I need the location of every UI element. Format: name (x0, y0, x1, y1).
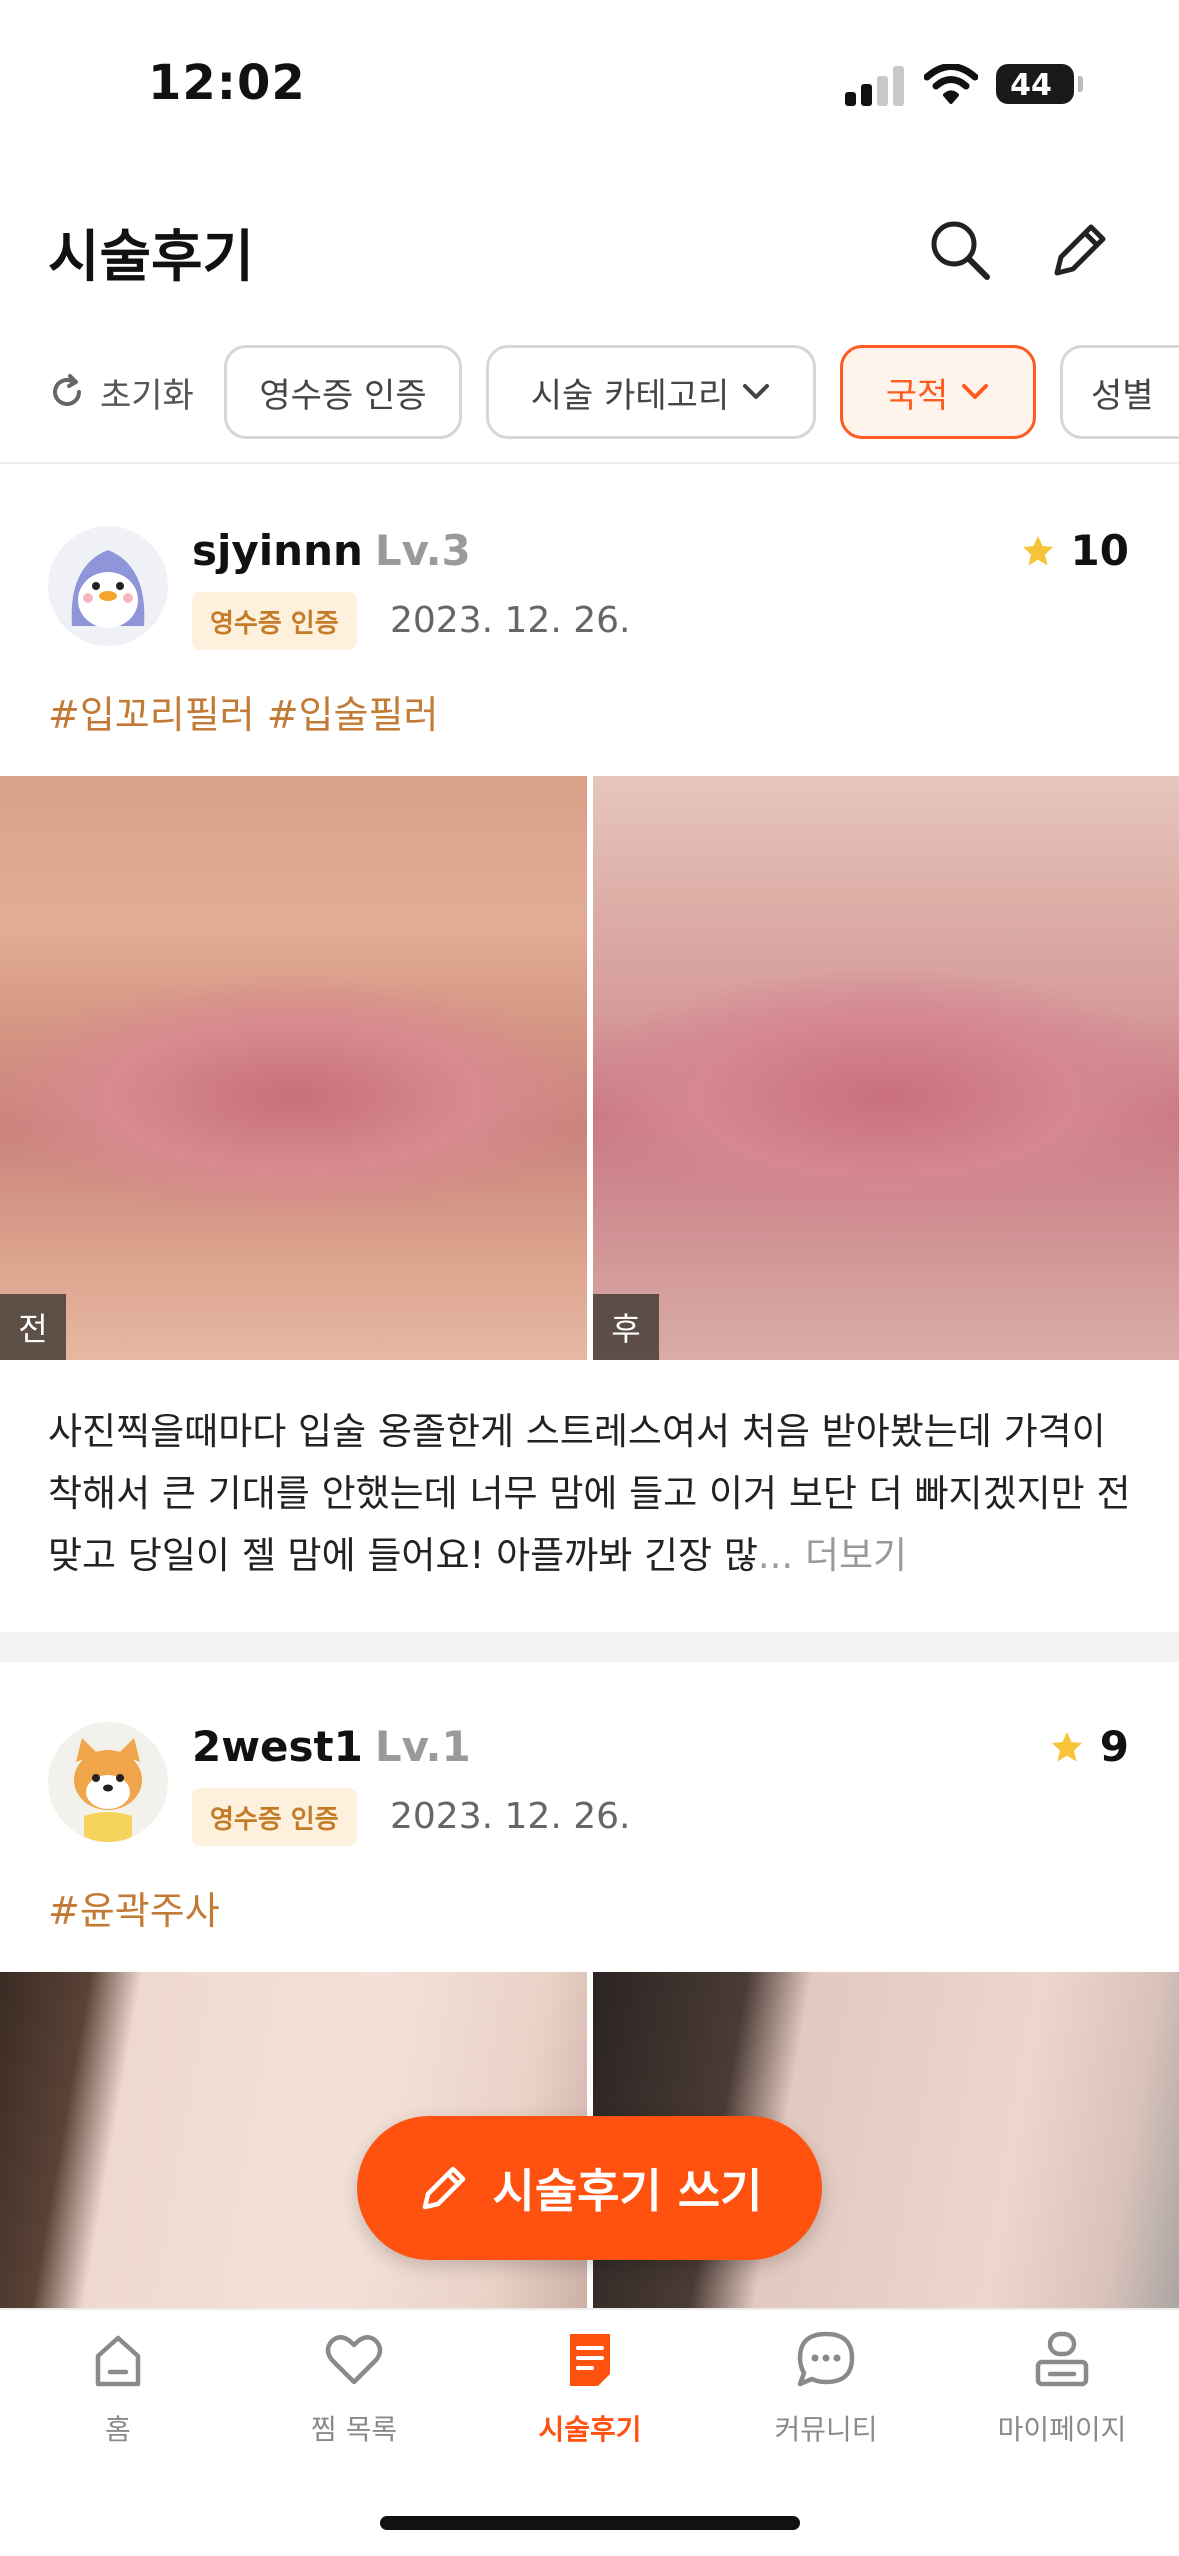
filter-chip-category[interactable]: 시술 카테고리 (486, 345, 816, 439)
battery-level-text: 44 (1010, 68, 1052, 103)
filter-chip-receipt[interactable]: 영수증 인증 (224, 345, 462, 439)
chevron-down-icon (743, 384, 770, 399)
profile-icon (1035, 2331, 1089, 2387)
document-icon (570, 2334, 610, 2386)
nav-reviews-label: 시술후기 (538, 2413, 642, 2446)
username-text: sjyinnn (192, 526, 363, 575)
read-more-link[interactable]: 더보기 (805, 1534, 907, 1577)
write-review-button[interactable]: 시술후기 쓰기 (357, 2116, 822, 2260)
nav-reviews[interactable]: 시술후기 (472, 2328, 708, 2478)
rating-value: 10 (1070, 526, 1129, 575)
review-username[interactable]: 2west1 Lv.1 (192, 1722, 471, 1771)
review-date: 2023. 12. 26. (390, 600, 631, 641)
nav-home-label: 홈 (105, 2413, 131, 2446)
filter-chip-label: 성별 (1091, 375, 1154, 416)
battery-icon: 44 (996, 64, 1074, 104)
page-title: 시술후기 (48, 225, 255, 290)
after-photo[interactable]: 후 (593, 776, 1179, 1360)
reset-filter-button[interactable]: 초기화 (48, 360, 194, 424)
nav-mypage-label: 마이페이지 (997, 2413, 1127, 2446)
shiba-avatar-icon[interactable] (48, 1722, 168, 1842)
receipt-verified-badge: 영수증 인증 (192, 1788, 357, 1846)
before-photo[interactable]: 전 (0, 776, 587, 1360)
home-indicator[interactable] (380, 2516, 800, 2530)
user-level: Lv.3 (374, 526, 471, 575)
home-icon (95, 2335, 141, 2387)
review-hashtags[interactable]: #입꼬리필러 #입술필러 (48, 684, 438, 739)
username-text: 2west1 (192, 1722, 363, 1771)
nav-community-label: 커뮤니티 (774, 2413, 878, 2446)
review-rating: 10 (1021, 526, 1129, 575)
filter-chip-label: 영수증 인증 (259, 375, 427, 416)
user-level: Lv.1 (374, 1722, 471, 1771)
signal-icon (845, 66, 905, 106)
heart-icon (325, 2335, 383, 2385)
chat-icon (797, 2331, 855, 2387)
section-divider (0, 1632, 1179, 1662)
status-bar: 12:02 44 (0, 0, 1179, 150)
review-text[interactable]: 사진찍을때마다 입술 옹졸한게 스트레스여서 처음 받아봤는데 가격이 착해서 … (48, 1401, 1138, 1587)
pencil-icon (1054, 224, 1106, 276)
search-icon (931, 221, 990, 280)
refresh-icon (53, 374, 81, 406)
before-label: 전 (0, 1294, 66, 1360)
battery-cap (1078, 76, 1083, 92)
chevron-down-icon (962, 384, 989, 399)
search-button[interactable] (920, 210, 1000, 290)
nav-mypage[interactable]: 마이페이지 (944, 2328, 1179, 2478)
nav-home[interactable]: 홈 (0, 2328, 236, 2478)
nav-community[interactable]: 커뮤니티 (708, 2328, 944, 2478)
penguin-avatar-icon[interactable] (48, 526, 168, 646)
reset-filter-label: 초기화 (100, 375, 194, 416)
filter-chip-label: 시술 카테고리 (530, 375, 730, 416)
star-icon (1051, 1731, 1082, 1761)
review-hashtags[interactable]: #윤곽주사 (48, 1880, 220, 1935)
star-icon (1022, 535, 1053, 565)
page-header: 시술후기 (0, 190, 1179, 310)
rating-value: 9 (1099, 1722, 1129, 1771)
review-rating: 9 (1050, 1722, 1129, 1771)
write-review-label: 시술후기 쓰기 (492, 2164, 763, 2218)
status-time: 12:02 (148, 55, 306, 111)
review-ellipsis: ... (757, 1534, 794, 1577)
wifi-icon (923, 63, 979, 108)
pencil-icon (422, 2166, 465, 2210)
filter-chip-nationality[interactable]: 국적 (840, 345, 1036, 439)
review-body: 사진찍을때마다 입술 옹졸한게 스트레스여서 처음 받아봤는데 가격이 착해서 … (48, 1410, 1131, 1577)
review-card[interactable]: sjyinnn Lv.3 영수증 인증 2023. 12. 26. 10 #입꼬리… (0, 464, 1179, 1629)
write-button[interactable] (1040, 210, 1120, 290)
nav-wishlist-label: 찜 목록 (310, 2413, 398, 2446)
review-date: 2023. 12. 26. (390, 1796, 631, 1837)
filter-chip-label: 국적 (885, 375, 949, 416)
nav-wishlist[interactable]: 찜 목록 (236, 2328, 472, 2478)
review-username[interactable]: sjyinnn Lv.3 (192, 526, 471, 575)
filter-chip-gender[interactable]: 성별 (1060, 345, 1179, 439)
filter-bar: 초기화 영수증 인증 시술 카테고리 국적 성별 (0, 340, 1179, 444)
after-label: 후 (593, 1294, 659, 1360)
receipt-verified-badge: 영수증 인증 (192, 592, 357, 650)
